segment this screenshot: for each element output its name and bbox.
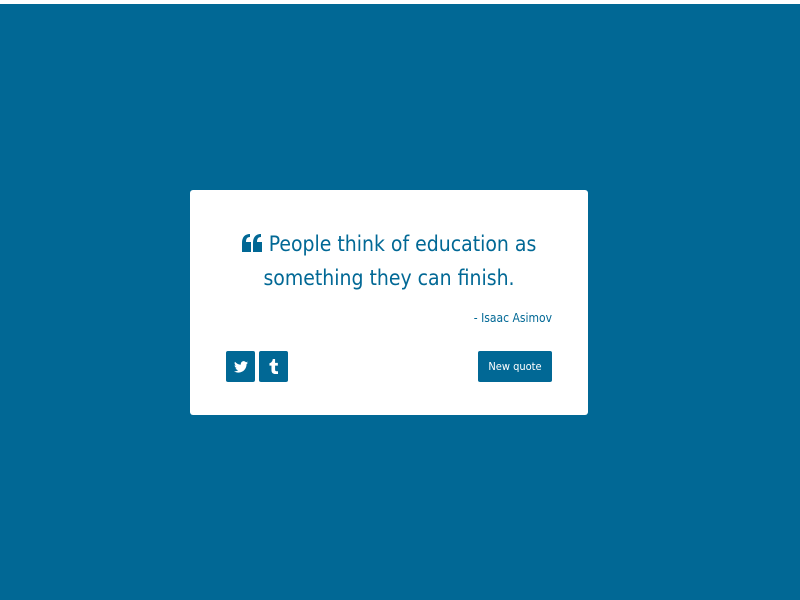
tumblr-icon (269, 359, 278, 374)
twitter-icon (233, 360, 248, 373)
page-background: People think of education as something t… (0, 4, 800, 600)
tumblr-quote-button[interactable] (259, 351, 288, 382)
tweet-quote-button[interactable] (226, 351, 255, 382)
quote-left-icon (241, 228, 263, 252)
new-quote-button[interactable]: New quote (478, 351, 552, 382)
quote-text-block: People think of education as something t… (230, 227, 548, 295)
quote-text: People think of education as something t… (263, 232, 537, 290)
quote-author: - Isaac Asimov (473, 311, 552, 325)
quote-box: People think of education as something t… (190, 190, 588, 415)
